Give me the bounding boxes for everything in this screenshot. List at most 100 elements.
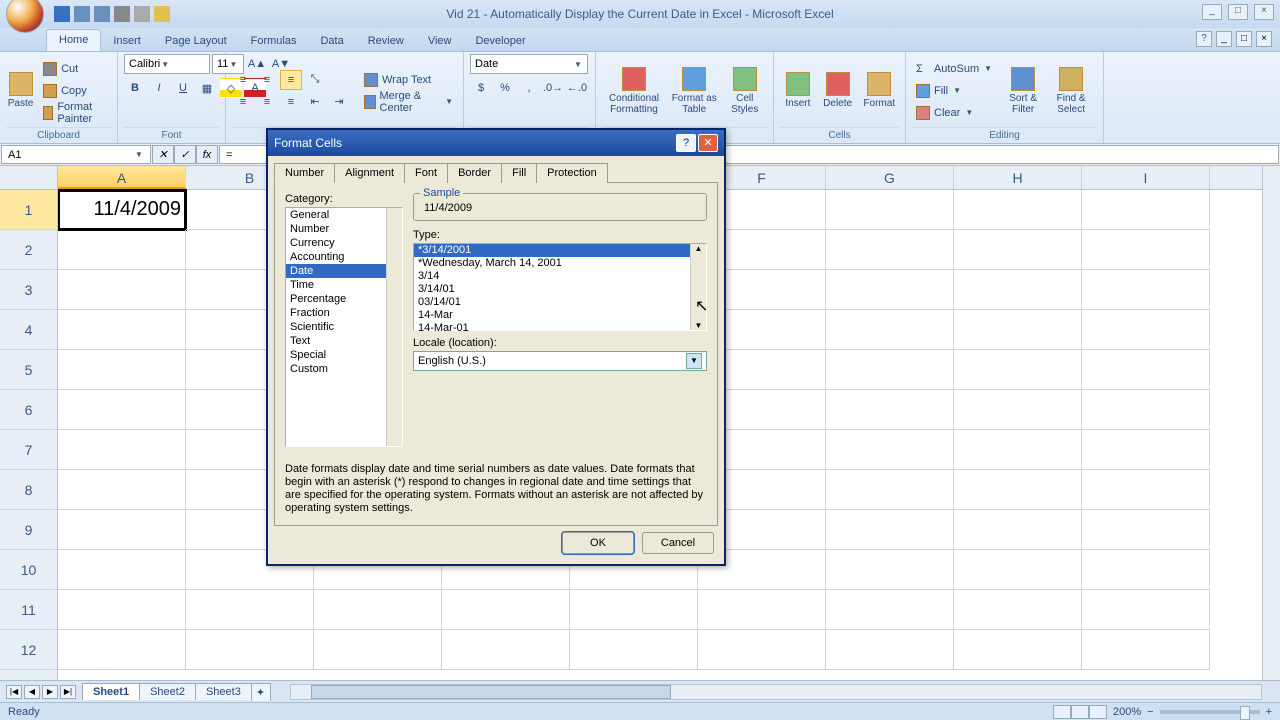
cell[interactable] bbox=[58, 350, 186, 390]
open-icon[interactable] bbox=[154, 6, 170, 22]
normal-view-button[interactable] bbox=[1053, 705, 1071, 719]
cell[interactable] bbox=[1082, 310, 1210, 350]
zoom-level[interactable]: 200% bbox=[1113, 706, 1141, 718]
cell[interactable] bbox=[1082, 230, 1210, 270]
cell-a1[interactable]: 11/4/2009 bbox=[58, 190, 186, 230]
cell[interactable] bbox=[1082, 590, 1210, 630]
vertical-scrollbar[interactable] bbox=[1262, 166, 1280, 680]
type-item[interactable]: 03/14/01 bbox=[414, 296, 706, 309]
type-item[interactable]: 14-Mar bbox=[414, 309, 706, 322]
enter-formula-button[interactable]: ✓ bbox=[174, 145, 196, 164]
conditional-formatting-button[interactable]: Conditional Formatting bbox=[602, 59, 666, 123]
format-cells-button[interactable]: Format bbox=[860, 59, 900, 123]
col-header-a[interactable]: A bbox=[58, 166, 186, 189]
ribbon-minimize-button[interactable]: _ bbox=[1216, 31, 1232, 47]
cell[interactable] bbox=[314, 590, 442, 630]
cell[interactable] bbox=[826, 510, 954, 550]
row-header-10[interactable]: 10 bbox=[0, 550, 57, 590]
font-name-combo[interactable]: Calibri▼ bbox=[124, 54, 210, 74]
category-item-text[interactable]: Text bbox=[286, 334, 402, 348]
type-list[interactable]: *3/14/2001 *Wednesday, March 14, 2001 3/… bbox=[413, 243, 707, 331]
category-list[interactable]: General Number Currency Accounting Date … bbox=[285, 207, 403, 447]
sheet-nav-next[interactable]: ▶ bbox=[42, 685, 58, 699]
cell[interactable] bbox=[58, 430, 186, 470]
scroll-thumb[interactable] bbox=[311, 685, 671, 699]
decrease-decimal-button[interactable]: ←.0 bbox=[566, 78, 588, 98]
cell[interactable] bbox=[58, 590, 186, 630]
cell[interactable] bbox=[954, 190, 1082, 230]
cell[interactable] bbox=[954, 270, 1082, 310]
cell[interactable] bbox=[826, 470, 954, 510]
sheet-nav-prev[interactable]: ◀ bbox=[24, 685, 40, 699]
paste-button[interactable]: Paste bbox=[6, 59, 35, 123]
insert-cells-button[interactable]: Insert bbox=[780, 59, 816, 123]
border-button[interactable]: ▦ bbox=[196, 78, 218, 98]
zoom-slider[interactable] bbox=[1160, 710, 1260, 714]
cell[interactable] bbox=[186, 590, 314, 630]
cell[interactable] bbox=[826, 430, 954, 470]
find-select-button[interactable]: Find & Select bbox=[1049, 59, 1093, 123]
ok-button[interactable]: OK bbox=[562, 532, 634, 554]
sheet-nav-first[interactable]: |◀ bbox=[6, 685, 22, 699]
row-header-4[interactable]: 4 bbox=[0, 310, 57, 350]
row-header-1[interactable]: 1 bbox=[0, 190, 57, 230]
maximize-button[interactable]: □ bbox=[1228, 4, 1248, 20]
cell[interactable] bbox=[954, 630, 1082, 670]
row-header-5[interactable]: 5 bbox=[0, 350, 57, 390]
scroll-up-icon[interactable]: ▲ bbox=[695, 244, 703, 253]
tab-view[interactable]: View bbox=[416, 31, 464, 51]
cell[interactable] bbox=[826, 390, 954, 430]
zoom-in-button[interactable]: + bbox=[1266, 706, 1272, 718]
italic-button[interactable]: I bbox=[148, 78, 170, 98]
cut-button[interactable]: Cut bbox=[39, 59, 111, 79]
page-break-view-button[interactable] bbox=[1089, 705, 1107, 719]
zoom-out-button[interactable]: − bbox=[1147, 706, 1153, 718]
cell[interactable] bbox=[826, 630, 954, 670]
row-header-8[interactable]: 8 bbox=[0, 470, 57, 510]
cell[interactable] bbox=[698, 630, 826, 670]
category-item-general[interactable]: General bbox=[286, 208, 402, 222]
row-header-3[interactable]: 3 bbox=[0, 270, 57, 310]
sheet-tab-2[interactable]: Sheet2 bbox=[139, 683, 196, 700]
category-item-special[interactable]: Special bbox=[286, 348, 402, 362]
cell[interactable] bbox=[1082, 550, 1210, 590]
delete-cells-button[interactable]: Delete bbox=[820, 59, 856, 123]
cell[interactable] bbox=[826, 550, 954, 590]
dialog-tab-protection[interactable]: Protection bbox=[536, 163, 608, 183]
row-header-9[interactable]: 9 bbox=[0, 510, 57, 550]
close-button[interactable]: × bbox=[1254, 4, 1274, 20]
cell[interactable] bbox=[826, 310, 954, 350]
locale-combo[interactable]: English (U.S.) ▼ bbox=[413, 351, 707, 371]
tab-developer[interactable]: Developer bbox=[463, 31, 537, 51]
ribbon-close-button[interactable]: × bbox=[1256, 31, 1272, 47]
increase-indent-button[interactable]: ⇥ bbox=[328, 92, 350, 112]
row-header-2[interactable]: 2 bbox=[0, 230, 57, 270]
bold-button[interactable]: B bbox=[124, 78, 146, 98]
format-painter-button[interactable]: Format Painter bbox=[39, 103, 111, 123]
type-item[interactable]: 14-Mar-01 bbox=[414, 322, 706, 335]
fill-button[interactable]: Fill▼ bbox=[912, 81, 997, 101]
align-middle-button[interactable]: ≡ bbox=[256, 70, 278, 90]
cell-styles-button[interactable]: Cell Styles bbox=[722, 59, 767, 123]
scroll-down-icon[interactable]: ▼ bbox=[695, 321, 703, 330]
sheet-nav-last[interactable]: ▶| bbox=[60, 685, 76, 699]
cell[interactable] bbox=[570, 630, 698, 670]
cell[interactable] bbox=[954, 310, 1082, 350]
category-item-time[interactable]: Time bbox=[286, 278, 402, 292]
cancel-button[interactable]: Cancel bbox=[642, 532, 714, 554]
new-sheet-button[interactable]: ✦ bbox=[251, 683, 271, 701]
help-icon[interactable]: ? bbox=[1196, 31, 1212, 47]
type-item[interactable]: 3/14 bbox=[414, 270, 706, 283]
cell[interactable] bbox=[58, 310, 186, 350]
tab-data[interactable]: Data bbox=[308, 31, 355, 51]
wrap-text-button[interactable]: Wrap Text bbox=[360, 70, 457, 90]
insert-function-button[interactable]: fx bbox=[196, 145, 218, 164]
cell[interactable] bbox=[1082, 270, 1210, 310]
cell[interactable] bbox=[58, 550, 186, 590]
page-layout-view-button[interactable] bbox=[1071, 705, 1089, 719]
row-header-11[interactable]: 11 bbox=[0, 590, 57, 630]
dialog-tab-font[interactable]: Font bbox=[404, 163, 448, 183]
minimize-button[interactable]: _ bbox=[1202, 4, 1222, 20]
cell[interactable] bbox=[826, 590, 954, 630]
percent-button[interactable]: % bbox=[494, 78, 516, 98]
